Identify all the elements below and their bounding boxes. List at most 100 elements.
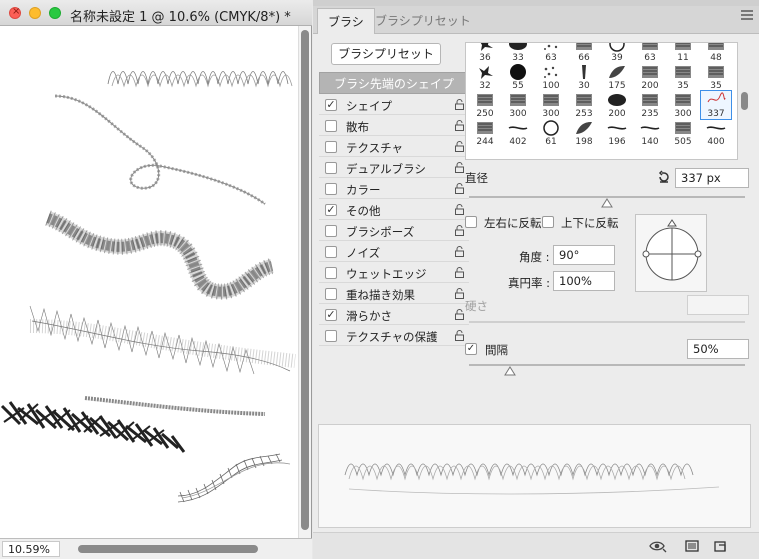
brush-tip-cell[interactable]: 337 xyxy=(700,90,732,120)
brush-tip-cell[interactable]: 200 xyxy=(635,63,665,91)
brush-tip-cell[interactable]: 300 xyxy=(536,91,566,119)
brush-tip-cell[interactable]: 11 xyxy=(668,43,698,63)
lock-icon[interactable] xyxy=(455,309,464,320)
brush-option-row[interactable]: テクスチャの保護 xyxy=(319,325,469,346)
option-checkbox[interactable] xyxy=(325,246,337,258)
angle-field[interactable]: 90° xyxy=(553,245,615,265)
brush-tip-cell[interactable]: 36 xyxy=(470,43,500,63)
brush-presets-button[interactable]: ブラシプリセット xyxy=(331,43,441,65)
brush-tip-cell[interactable]: 300 xyxy=(503,91,533,119)
grid-toggle-icon[interactable] xyxy=(685,539,699,553)
brush-option-row[interactable]: 散布 xyxy=(319,115,469,136)
option-checkbox[interactable] xyxy=(325,141,337,153)
spacing-slider-knob[interactable] xyxy=(504,366,517,376)
brush-tip-cell[interactable]: 39 xyxy=(602,43,632,63)
lock-icon[interactable] xyxy=(455,162,464,173)
new-brush-icon[interactable] xyxy=(713,539,727,553)
flip-y-checkbox[interactable] xyxy=(542,216,554,228)
brush-tip-cell[interactable]: 63 xyxy=(635,43,665,63)
panel-menu-icon[interactable] xyxy=(741,10,753,24)
option-checkbox[interactable] xyxy=(325,120,337,132)
brush-tip-cell[interactable]: 35 xyxy=(668,63,698,91)
canvas-vertical-scrollbar[interactable] xyxy=(298,26,311,538)
brush-tip-cell[interactable]: 175 xyxy=(602,63,632,91)
option-checkbox[interactable] xyxy=(325,162,337,174)
brush-option-row[interactable]: ノイズ xyxy=(319,241,469,262)
brush-tip-cell[interactable]: 61 xyxy=(536,119,566,147)
flip-x-checkbox[interactable] xyxy=(465,216,477,228)
brush-tip-cell[interactable]: 35 xyxy=(701,63,731,91)
minimize-window-button[interactable] xyxy=(29,7,41,19)
maximize-window-button[interactable] xyxy=(49,7,61,19)
option-checkbox[interactable] xyxy=(325,267,337,279)
tab-brush-presets[interactable]: ブラシプリセット xyxy=(365,8,481,34)
close-window-button[interactable]: × xyxy=(9,6,21,19)
brush-tip-cell[interactable]: 300 xyxy=(668,91,698,119)
brush-option-row[interactable]: ✓ その他 xyxy=(319,199,469,220)
spacing-field[interactable]: 50% xyxy=(687,339,749,359)
canvas-horizontal-scrollbar[interactable] xyxy=(68,543,296,555)
lock-icon[interactable] xyxy=(455,267,464,278)
brush-tip-cell[interactable]: 63 xyxy=(536,43,566,63)
brush-tip-cell[interactable]: 33 xyxy=(503,43,533,63)
option-checkbox[interactable]: ✓ xyxy=(325,99,337,111)
lock-icon[interactable] xyxy=(455,183,464,194)
vertical-scroll-thumb[interactable] xyxy=(301,30,309,530)
zoom-level-field[interactable]: 10.59% xyxy=(2,541,60,557)
brush-option-row[interactable]: ✓ 滑らかさ xyxy=(319,304,469,325)
horizontal-scroll-thumb[interactable] xyxy=(78,545,258,553)
brush-tip-cell[interactable]: 244 xyxy=(470,119,500,147)
document-titlebar[interactable]: × 名称未設定 1 @ 10.6% (CMYK/8*) * xyxy=(0,0,312,26)
document-canvas[interactable] xyxy=(0,26,298,538)
option-checkbox[interactable] xyxy=(325,330,337,342)
brush-tip-cell[interactable]: 32 xyxy=(470,63,500,91)
lock-icon[interactable] xyxy=(455,288,464,299)
brush-option-row[interactable]: 重ね描き効果 xyxy=(319,283,469,304)
panel-grip[interactable] xyxy=(313,0,759,6)
lock-icon[interactable] xyxy=(455,99,464,110)
brush-tip-cell[interactable]: 55 xyxy=(503,63,533,91)
brush-tip-scroll-thumb[interactable] xyxy=(741,92,748,110)
lock-icon[interactable] xyxy=(455,141,464,152)
brush-tip-size: 337 xyxy=(707,109,725,119)
brush-tip-scrollbar[interactable] xyxy=(738,42,750,160)
size-slider-knob[interactable] xyxy=(601,198,613,208)
brush-tip-cell[interactable]: 400 xyxy=(701,119,731,147)
lock-icon[interactable] xyxy=(455,204,464,215)
option-checkbox[interactable]: ✓ xyxy=(325,204,337,216)
brush-tip-cell[interactable]: 30 xyxy=(569,63,599,91)
brush-tip-cell[interactable]: 200 xyxy=(602,91,632,119)
lock-icon[interactable] xyxy=(455,120,464,131)
option-checkbox[interactable]: ✓ xyxy=(325,309,337,321)
brush-tip-cell[interactable]: 250 xyxy=(470,91,500,119)
brush-tip-cell[interactable]: 235 xyxy=(635,91,665,119)
roundness-field[interactable]: 100% xyxy=(553,271,615,291)
brush-option-row[interactable]: ブラシポーズ xyxy=(319,220,469,241)
brush-tip-cell[interactable]: 198 xyxy=(569,119,599,147)
brush-tip-cell[interactable]: 48 xyxy=(701,43,731,63)
brush-option-row[interactable]: カラー xyxy=(319,178,469,199)
lock-icon[interactable] xyxy=(455,330,464,341)
brush-tip-cell[interactable]: 140 xyxy=(635,119,665,147)
lock-icon[interactable] xyxy=(455,246,464,257)
spacing-checkbox[interactable]: ✓ xyxy=(465,343,477,355)
brush-tip-cell[interactable]: 100 xyxy=(536,63,566,91)
brush-option-row[interactable]: デュアルブラシ xyxy=(319,157,469,178)
angle-roundness-widget[interactable] xyxy=(635,214,707,292)
toggle-preview-icon[interactable] xyxy=(649,539,667,553)
brush-tip-cell[interactable]: 66 xyxy=(569,43,599,63)
brush-tip-cell[interactable]: 253 xyxy=(569,91,599,119)
option-checkbox[interactable] xyxy=(325,183,337,195)
brush-tip-cell[interactable]: 402 xyxy=(503,119,533,147)
brush-tip-cell[interactable]: 196 xyxy=(602,119,632,147)
option-checkbox[interactable] xyxy=(325,225,337,237)
brush-option-row[interactable]: ✓ シェイプ xyxy=(319,94,469,115)
option-checkbox[interactable] xyxy=(325,288,337,300)
reset-size-icon[interactable] xyxy=(657,170,671,184)
lock-icon[interactable] xyxy=(455,225,464,236)
brush-tip-cell[interactable]: 505 xyxy=(668,119,698,147)
brush-option-row[interactable]: テクスチャ xyxy=(319,136,469,157)
size-field[interactable]: 337 px xyxy=(675,168,749,188)
brush-tip-shape-header[interactable]: ブラシ先端のシェイプ xyxy=(319,72,469,94)
brush-option-row[interactable]: ウェットエッジ xyxy=(319,262,469,283)
